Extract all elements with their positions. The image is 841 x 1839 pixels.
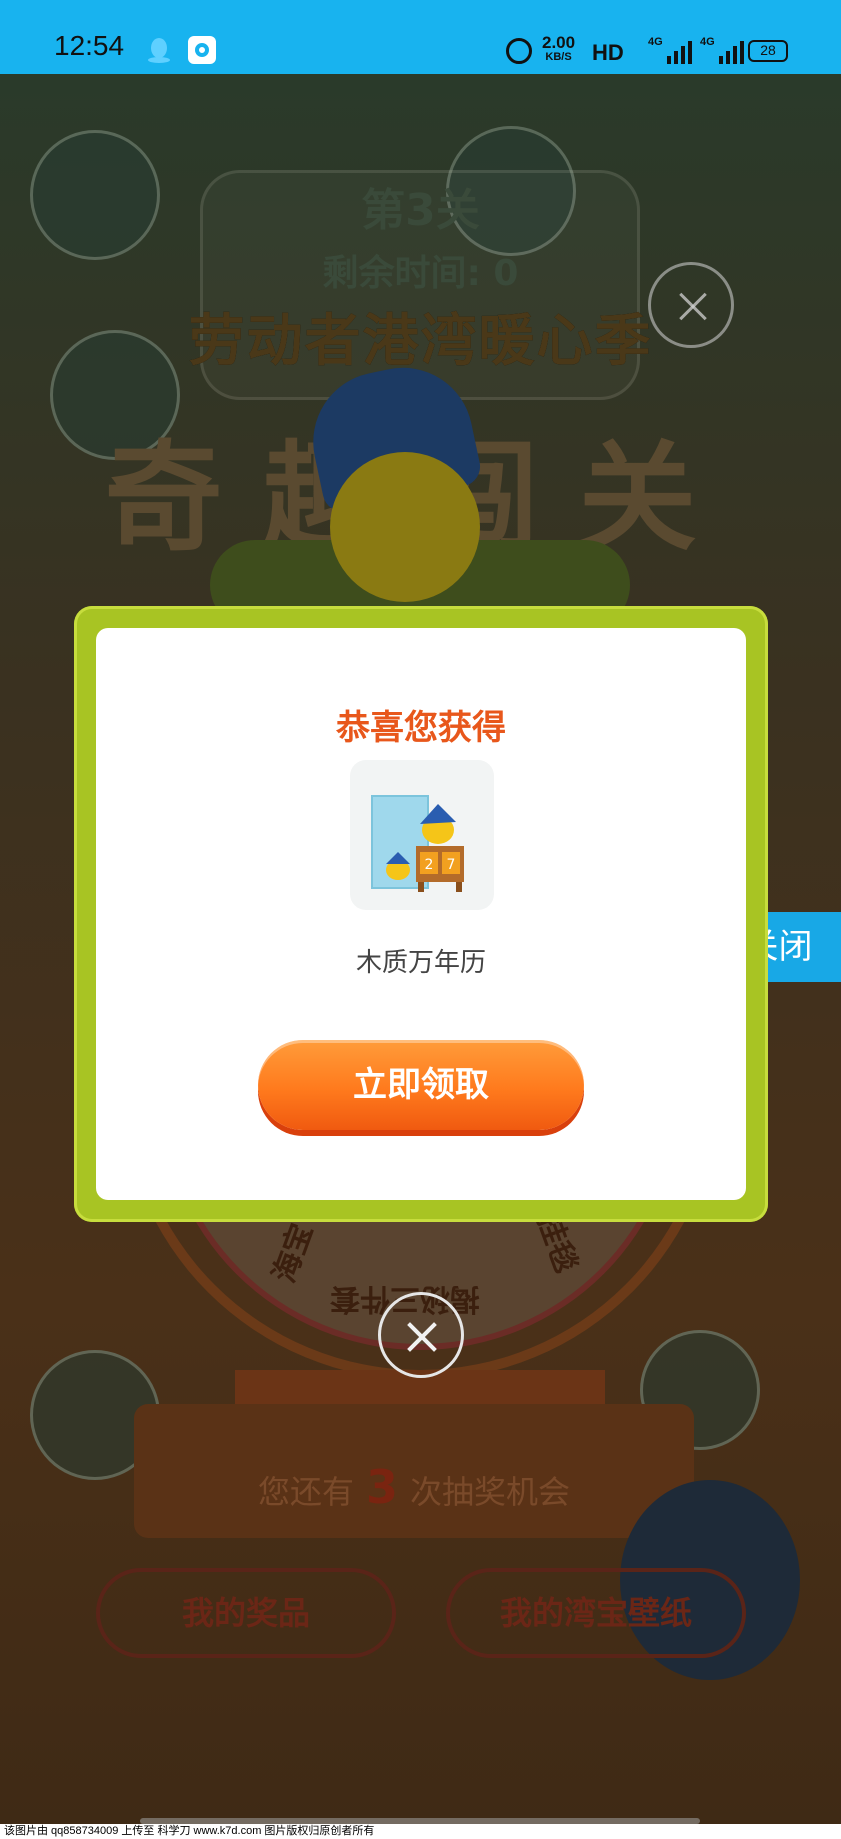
prize-name: 木质万年历	[355, 948, 486, 978]
claim-button[interactable]: 立即领取	[258, 1040, 584, 1130]
chance-counter: 您还有 3 次抽奖机会	[257, 1460, 571, 1514]
modal-title: 恭喜您获得	[336, 708, 506, 748]
calendar-digit: 7	[447, 857, 456, 873]
calendar-illustration: 2 7	[371, 795, 464, 892]
signal-icon: 4G	[700, 36, 744, 64]
my-prizes-button[interactable]: 我的奖品	[96, 1568, 396, 1658]
signal-icon: 4G	[648, 36, 692, 64]
status-bar: 12:54 2.00 KB/S HD 4G 4G 28	[0, 0, 841, 74]
prize-modal: 恭喜您获得 2 7 木质万年历 立即领取	[74, 606, 768, 1222]
prize-modal-body: 恭喜您获得 2 7 木质万年历 立即领取	[96, 628, 746, 1200]
qq-notification-icon	[148, 38, 170, 63]
my-wallpaper-button[interactable]: 我的湾宝壁纸	[446, 1568, 746, 1658]
close-icon[interactable]	[378, 1292, 464, 1378]
watermark: 该图片由 qq858734009 上传至 科学刀 www.k7d.com 图片版…	[0, 1824, 841, 1839]
alarm-icon	[506, 38, 532, 64]
battery-icon: 28	[748, 40, 788, 62]
app-notification-icon	[188, 36, 216, 64]
mascot	[330, 452, 480, 602]
network-speed: 2.00 KB/S	[542, 33, 576, 63]
prize-image: 2 7	[350, 760, 494, 910]
close-icon[interactable]	[648, 262, 734, 348]
level-title: 第3关	[361, 185, 480, 236]
hd-voice-indicator: HD	[592, 40, 624, 65]
status-time: 12:54	[54, 30, 125, 61]
calendar-digit: 2	[425, 857, 434, 873]
